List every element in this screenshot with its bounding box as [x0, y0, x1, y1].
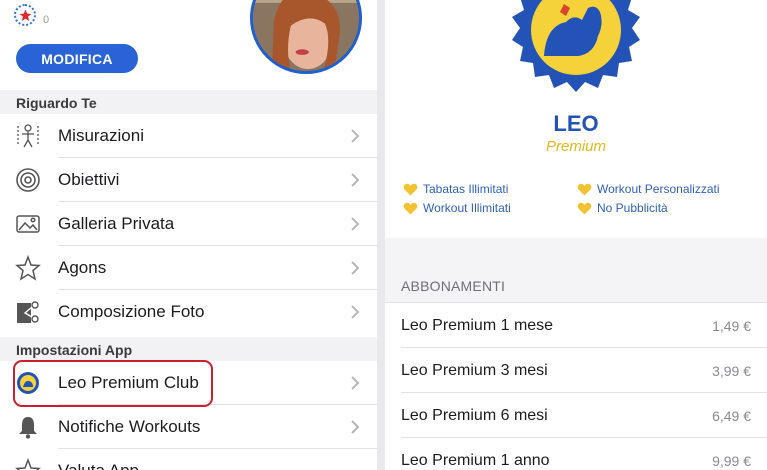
bell-icon	[14, 413, 42, 441]
star-outline-icon	[14, 254, 42, 282]
profile-settings-pane: 0 MODIFICA Riguardo Te Misurazioni Obiet…	[0, 0, 377, 470]
body-measure-icon	[14, 122, 42, 150]
star-count: 0	[43, 14, 50, 26]
yellow-heart-icon	[403, 202, 418, 215]
menu-item-workout-notifications[interactable]: Notifiche Workouts	[0, 405, 377, 449]
subscription-price: 6,49 €	[712, 408, 751, 424]
subscription-row[interactable]: Leo Premium 3 mesi 3,99 €	[385, 348, 767, 393]
pane-divider	[377, 0, 385, 470]
chevron-right-icon	[349, 303, 361, 321]
subscriptions-header: ABBONAMENTI	[401, 278, 506, 294]
chevron-right-icon	[349, 171, 361, 189]
menu-item-photo-composition[interactable]: Composizione Foto	[0, 290, 377, 334]
menu-label: Galleria Privata	[58, 214, 175, 233]
menu-item-private-gallery[interactable]: Galleria Privata	[0, 202, 377, 246]
subscription-price: 1,49 €	[712, 318, 751, 334]
avatar[interactable]	[250, 0, 362, 74]
subscription-name: Leo Premium 3 mesi	[401, 362, 548, 379]
edit-profile-button[interactable]: MODIFICA	[16, 44, 138, 73]
menu-item-agons[interactable]: Agons	[0, 246, 377, 290]
club-name: LEO	[553, 111, 599, 136]
target-icon	[14, 166, 42, 194]
premium-detail-pane: LEO Premium Tabatas Illimitati Workout P…	[385, 0, 767, 470]
yellow-heart-icon	[403, 183, 418, 196]
subscription-price: 3,99 €	[712, 363, 751, 379]
perk-item: Workout Personalizzati	[577, 181, 720, 197]
section-header-about: Riguardo Te	[0, 90, 377, 114]
menu-item-goals[interactable]: Obiettivi	[0, 158, 377, 202]
chevron-right-icon	[349, 259, 361, 277]
menu-item-rate-app[interactable]: Valuta App	[0, 449, 377, 470]
menu-label: Misurazioni	[58, 126, 144, 145]
perk-item: Tabatas Illimitati	[403, 181, 508, 197]
rate-stars-icon	[14, 457, 42, 470]
subscription-name: Leo Premium 6 mesi	[401, 407, 548, 424]
premium-badge-icon	[14, 369, 42, 397]
chevron-right-icon	[349, 374, 361, 392]
menu-label: Agons	[58, 258, 107, 277]
photo-compose-icon	[14, 298, 42, 326]
subscription-name: Leo Premium 1 anno	[401, 452, 550, 469]
star-badge-icon[interactable]	[14, 4, 36, 26]
leo-premium-seal-icon	[508, 0, 644, 100]
perk-item: Workout Illimitati	[403, 200, 511, 216]
menu-item-measurements[interactable]: Misurazioni	[0, 114, 377, 158]
menu-label: Obiettivi	[58, 170, 120, 189]
chevron-right-icon	[349, 418, 361, 436]
section-header-settings: Impostazioni App	[0, 337, 377, 361]
subscription-price: 9,99 €	[712, 453, 751, 469]
subscription-row[interactable]: Leo Premium 1 anno 9,99 €	[385, 438, 767, 470]
yellow-heart-icon	[577, 183, 592, 196]
menu-label: Leo Premium Club	[58, 373, 199, 392]
perk-item: No Pubblicità	[577, 200, 668, 216]
subscription-row[interactable]: Leo Premium 6 mesi 6,49 €	[385, 393, 767, 438]
menu-label: Composizione Foto	[58, 302, 205, 321]
yellow-heart-icon	[577, 202, 592, 215]
subscription-row[interactable]: Leo Premium 1 mese 1,49 €	[385, 303, 767, 348]
chevron-right-icon	[349, 215, 361, 233]
chevron-right-icon	[349, 127, 361, 145]
menu-label: Notifiche Workouts	[58, 417, 201, 436]
menu-label: Valuta App	[58, 461, 139, 470]
menu-item-premium-club[interactable]: Leo Premium Club	[0, 361, 377, 405]
subscription-name: Leo Premium 1 mese	[401, 317, 554, 334]
club-tier: Premium	[545, 138, 606, 155]
gallery-icon	[14, 210, 42, 238]
